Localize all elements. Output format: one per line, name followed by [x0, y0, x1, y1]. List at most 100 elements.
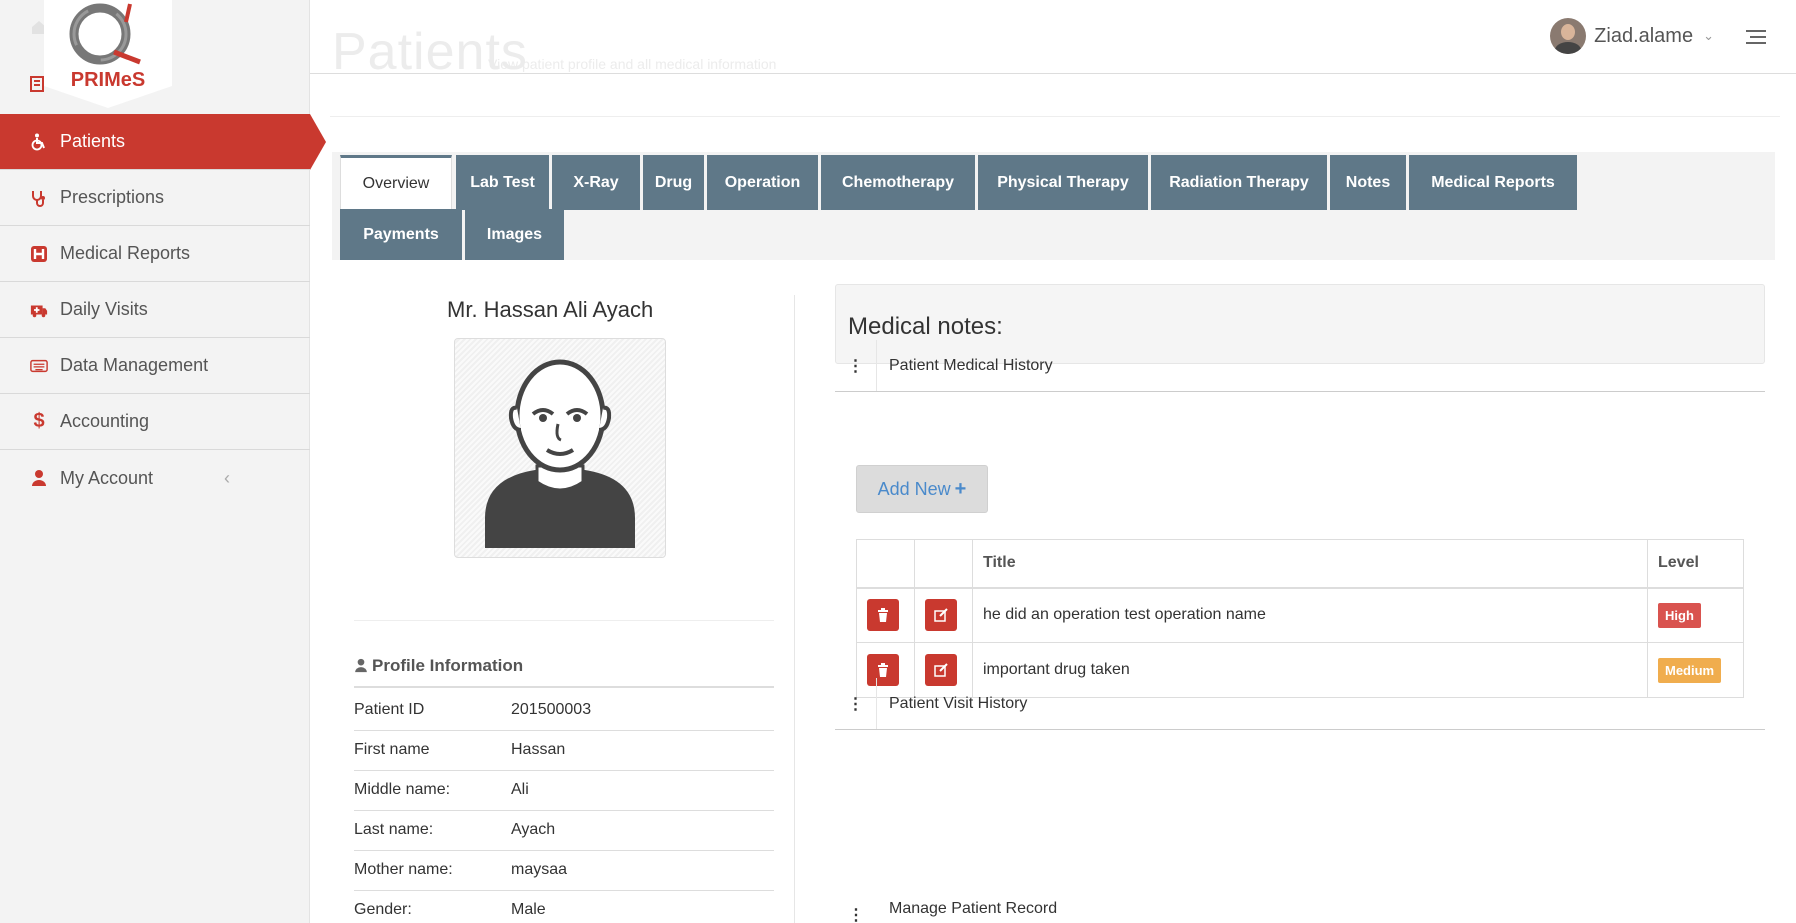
column-header-edit: [914, 539, 973, 589]
grip-icon[interactable]: ⋮: [835, 900, 877, 923]
grip-icon[interactable]: ⋮: [835, 340, 877, 391]
chevron-left-icon[interactable]: ‹: [224, 468, 230, 489]
default-avatar-icon: [485, 359, 635, 548]
profile-row: Gender: Male: [354, 890, 774, 923]
profile-heading: Profile Information: [354, 656, 774, 688]
column-header-delete: [856, 539, 915, 589]
patient-photo: [454, 338, 666, 558]
tab-medical-reports[interactable]: Medical Reports: [1409, 155, 1577, 210]
grip-icon[interactable]: ⋮: [835, 678, 877, 729]
sidebar-item-medical-reports[interactable]: Medical Reports: [0, 226, 310, 282]
level-cell: High: [1647, 587, 1744, 643]
field-label: Patient ID: [354, 690, 511, 731]
visit-history-section[interactable]: ⋮ Patient Visit History: [835, 678, 1765, 730]
medical-history-section[interactable]: ⋮ Patient Medical History: [835, 340, 1765, 392]
edit-icon[interactable]: [925, 599, 957, 632]
tab-radiation-therapy[interactable]: Radiation Therapy: [1151, 155, 1327, 210]
trash-icon[interactable]: [867, 599, 899, 632]
tab-payments[interactable]: Payments: [340, 209, 462, 261]
section-label: Patient Medical History: [889, 356, 1053, 374]
table-header-row: Title Level: [856, 539, 1744, 589]
sidebar-item-label: Prescriptions: [60, 187, 165, 207]
sidebar-item-data-management[interactable]: Data Management: [0, 338, 310, 394]
sidebar-item-daily-visits[interactable]: Daily Visits: [0, 282, 310, 338]
note-title: he did an operation test operation name: [972, 587, 1648, 643]
field-label: Gender:: [354, 890, 511, 923]
profile-row: Last name: Ayach: [354, 810, 774, 851]
sidebar-item-label: Patients: [60, 131, 126, 151]
field-label: Middle name:: [354, 770, 511, 811]
sidebar-item-my-account[interactable]: My Account ‹: [0, 450, 310, 506]
section-label: Manage Patient Record: [889, 900, 1058, 917]
add-new-label: Add New: [877, 478, 951, 499]
profile-heading-label: Profile Information: [372, 656, 524, 675]
column-header-title: Title: [972, 539, 1648, 589]
tab-operation[interactable]: Operation: [707, 155, 818, 210]
level-badge: High: [1658, 602, 1701, 628]
tab-overview[interactable]: Overview: [340, 155, 452, 210]
tab-lab-test[interactable]: Lab Test: [456, 155, 549, 210]
column-divider: [794, 295, 795, 923]
field-value: Hassan: [511, 730, 774, 771]
keyboard-icon: [30, 357, 48, 375]
sidebar-item-prescriptions[interactable]: Prescriptions: [0, 170, 310, 226]
page-subtitle: View patient profile and all medical inf…: [488, 56, 777, 72]
sidebar-item-label: My Account: [60, 467, 154, 488]
user-menu[interactable]: Ziad.alame ⌄: [1550, 18, 1714, 54]
delete-cell: [856, 587, 915, 643]
section-label: Patient Visit History: [889, 694, 1028, 712]
wheelchair-icon: [30, 133, 48, 151]
chevron-down-icon: ⌄: [1703, 28, 1714, 43]
page-title: Patients: [332, 23, 528, 81]
primes-logo[interactable]: PRIMeS: [44, 0, 172, 108]
profile-table: Patient ID 201500003 First name Hassan Mid…: [354, 690, 774, 923]
tab-notes[interactable]: Notes: [1330, 155, 1406, 210]
avatar: [1550, 18, 1587, 54]
field-label: Last name:: [354, 810, 511, 851]
manage-record-section[interactable]: ⋮ Manage Patient Record: [835, 900, 1765, 923]
tab-images[interactable]: Images: [465, 209, 564, 261]
tab-chemotherapy[interactable]: Chemotherapy: [821, 155, 975, 210]
tab-x-ray[interactable]: X-Ray: [552, 155, 640, 210]
tab-drug[interactable]: Drug: [643, 155, 704, 210]
ambulance-icon: [30, 301, 48, 319]
tab-physical-therapy[interactable]: Physical Therapy: [978, 155, 1148, 210]
sidebar-item-label: Daily Visits: [60, 299, 148, 319]
profile-row: Mother name: maysaa: [354, 850, 774, 891]
menu-toggle-icon[interactable]: [1746, 30, 1766, 44]
overview-panel: Mr. Hassan Ali Ayach Profile Information…: [332, 260, 1775, 923]
patient-name: Mr. Hassan Ali Ayach: [447, 297, 654, 322]
sidebar-item-patients[interactable]: Patients: [0, 114, 326, 170]
user-icon: [30, 469, 48, 487]
column-header-level: Level: [1647, 539, 1744, 589]
notes-table: Title Level he did an operation test ope…: [856, 539, 1744, 698]
field-value: Male: [511, 890, 774, 923]
field-value: Ayach: [511, 810, 774, 851]
sidebar-item-accounting[interactable]: $ Accounting: [0, 394, 310, 450]
edit-cell: [914, 587, 973, 643]
topbar: Patients View patient profile and all me…: [310, 0, 1796, 81]
profile-row: First name Hassan: [354, 730, 774, 771]
dollar-icon: $: [33, 410, 45, 432]
field-value: Ali: [511, 770, 774, 811]
field-label: Mother name:: [354, 850, 511, 891]
sidebar-item-label: Accounting: [60, 411, 150, 431]
tab-bar: Overview Lab Test X-Ray Drug Operation C…: [332, 152, 1775, 261]
sidebar-item-label: Medical Reports: [60, 243, 191, 263]
add-new-button[interactable]: Add New +: [856, 465, 988, 513]
profile-row: Patient ID 201500003: [354, 690, 774, 731]
field-value: maysaa: [511, 850, 774, 891]
profile-row: Middle name: Ali: [354, 770, 774, 811]
plus-icon: +: [954, 477, 967, 500]
sidebar-item-label: Data Management: [60, 355, 209, 375]
user-icon: [354, 658, 368, 678]
table-row: he did an operation test operation name …: [856, 587, 1744, 643]
field-value: 201500003: [511, 690, 774, 731]
sidebar: PRIMeS Patients Prescriptions Medical Re…: [0, 0, 326, 923]
profile-divider: [354, 620, 774, 621]
header-divider: [330, 116, 1780, 117]
svg-text:PRIMeS: PRIMeS: [71, 69, 145, 91]
stethoscope-icon: [30, 189, 48, 207]
hospital-icon: [30, 245, 48, 263]
user-name: Ziad.alame: [1594, 24, 1694, 47]
